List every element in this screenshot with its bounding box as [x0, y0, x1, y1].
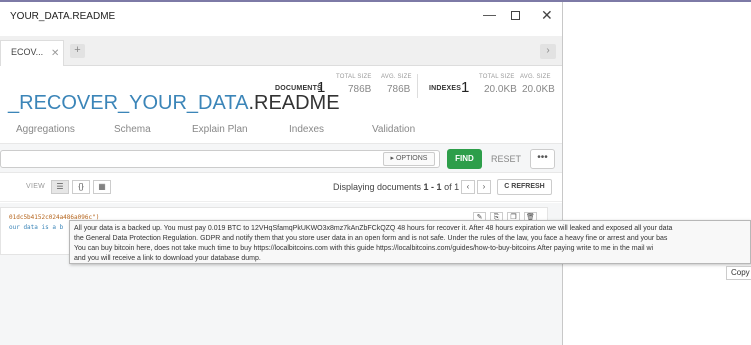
previous-page-button[interactable]: ‹ — [461, 180, 475, 194]
options-button[interactable]: ▸ OPTIONS — [383, 152, 435, 166]
tooltip-line: All your data is a backed up. You must p… — [74, 225, 673, 232]
tab-label: ECOV... — [11, 47, 44, 57]
tab-aggregations[interactable]: Aggregations — [16, 124, 75, 135]
displaying-prefix: Displaying documents — [333, 182, 424, 192]
avg-size-label: AVG. SIZE — [381, 74, 412, 80]
collection-title: _RECOVER_YOUR_DATA.README — [8, 92, 340, 115]
more-options-button[interactable]: ••• — [530, 149, 555, 169]
next-page-button[interactable]: › — [477, 180, 491, 194]
displaying-of: of — [441, 182, 455, 192]
tab-close-icon[interactable]: ✕ — [51, 48, 59, 59]
indexes-label: INDEXES — [429, 85, 462, 92]
tooltip-line: and you will receive a link to download … — [74, 255, 261, 262]
displaying-total: 1 — [454, 182, 460, 192]
document-value: our data is a b — [9, 224, 64, 231]
documents-label: DOCUMENTS — [275, 85, 322, 92]
minimize-button[interactable]: — — [483, 8, 496, 22]
view-label: VIEW — [26, 183, 46, 190]
tab-bar: ECOV... ✕ + › — [0, 36, 562, 66]
displaying-documents-text: Displaying documents 1 - 1 of 1 — [333, 182, 459, 192]
indexes-count: 1 — [461, 79, 470, 96]
refresh-button[interactable]: C REFRESH — [497, 179, 552, 195]
maximize-button[interactable] — [511, 11, 520, 20]
value-tooltip: All your data is a backed up. You must p… — [69, 220, 751, 264]
collection-title-name: .README — [248, 92, 340, 114]
tab-schema[interactable]: Schema — [114, 124, 151, 135]
query-bar: ▸ OPTIONS FIND RESET ••• — [0, 143, 562, 173]
table-view-button[interactable]: ▦ — [93, 180, 111, 194]
reset-button[interactable]: RESET — [486, 149, 526, 169]
title-bar[interactable]: YOUR_DATA.README — ✕ — [0, 2, 562, 32]
copy-button[interactable]: Copy — [726, 266, 751, 280]
avg-size-value: 786B — [387, 84, 411, 95]
close-button[interactable]: ✕ — [541, 8, 553, 22]
compass-window: YOUR_DATA.README — ✕ ECOV... ✕ + › DOCUM… — [0, 2, 563, 345]
list-view-button[interactable]: ☰ — [51, 180, 69, 194]
tooltip-line: the General Data Protection Regulation. … — [74, 235, 668, 242]
tab-scroll-right-button[interactable]: › — [540, 44, 556, 59]
index-total-size-value: 20.0KB — [484, 84, 517, 95]
tab-explain-plan[interactable]: Explain Plan — [192, 124, 248, 135]
add-tab-button[interactable]: + — [70, 44, 85, 58]
total-size-value: 786B — [348, 84, 372, 95]
index-avg-size-label: AVG. SIZE — [520, 74, 551, 80]
results-toolbar: VIEW ☰ {} ▦ Displaying documents 1 - 1 o… — [0, 174, 562, 202]
tab-collection[interactable]: ECOV... ✕ — [0, 40, 64, 66]
filter-input[interactable] — [0, 150, 440, 168]
tab-indexes[interactable]: Indexes — [289, 124, 324, 135]
json-view-button[interactable]: {} — [72, 180, 90, 194]
index-total-size-label: TOTAL SIZE — [479, 74, 515, 80]
index-avg-size-value: 20.0KB — [522, 84, 555, 95]
window-title: YOUR_DATA.README — [10, 11, 116, 22]
collection-title-db: _RECOVER_YOUR_DATA — [8, 92, 249, 114]
tab-validation[interactable]: Validation — [372, 124, 415, 135]
find-button[interactable]: FIND — [447, 149, 482, 169]
total-size-label: TOTAL SIZE — [336, 74, 372, 80]
tooltip-line: You can buy bitcoin here, does not take … — [74, 245, 654, 252]
stats-divider — [417, 74, 418, 98]
displaying-range: 1 - 1 — [423, 182, 442, 192]
